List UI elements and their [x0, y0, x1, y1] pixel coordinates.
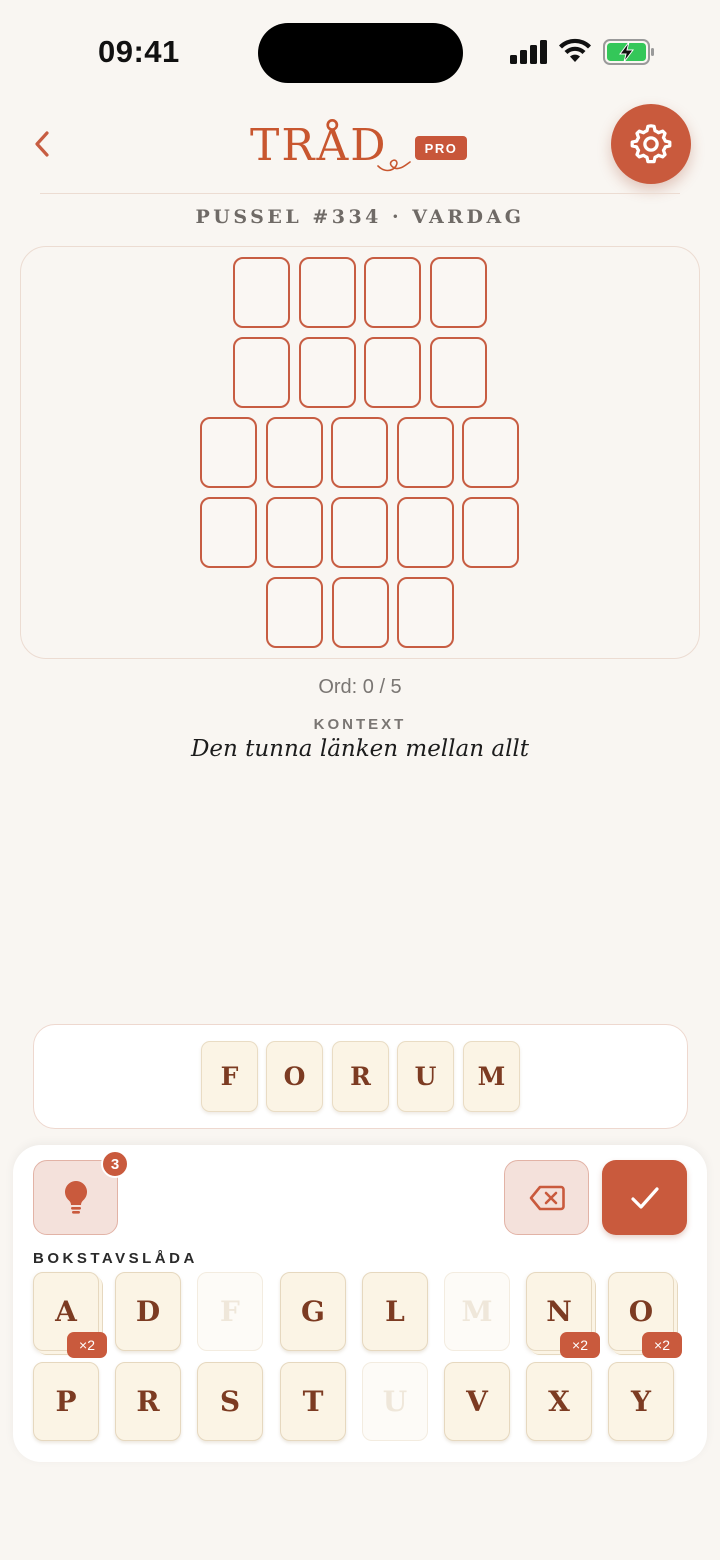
letter-key-v[interactable]: V — [444, 1362, 510, 1441]
letter-key-f: F — [197, 1272, 263, 1351]
entry-tile[interactable]: F — [201, 1041, 258, 1112]
board-cell — [364, 257, 421, 328]
board-cell — [331, 497, 388, 568]
letter-key-d[interactable]: D — [115, 1272, 181, 1351]
delete-button[interactable] — [504, 1160, 589, 1235]
letter-key-r[interactable]: R — [115, 1362, 181, 1441]
board-cell — [364, 337, 421, 408]
chevron-left-icon — [35, 131, 49, 157]
entry-tile[interactable]: R — [332, 1041, 389, 1112]
board-cell — [462, 417, 519, 488]
hint-count-badge: 3 — [101, 1150, 129, 1178]
gear-icon — [630, 124, 672, 164]
letter-key-s[interactable]: S — [197, 1362, 263, 1441]
puzzle-title: PUSSEL #334 · VARDAG — [195, 206, 525, 228]
battery-charging-icon — [603, 39, 654, 65]
letter-key-p[interactable]: P — [33, 1362, 99, 1441]
board-cell — [396, 417, 454, 488]
word-count: Ord: 0 / 5 — [318, 676, 402, 698]
board-cell — [233, 257, 290, 328]
letter-box-label: BOKSTAVSLÅDA — [33, 1250, 198, 1267]
board-cell — [396, 497, 454, 568]
board-cell — [265, 497, 323, 568]
letter-key-u: U — [362, 1362, 428, 1441]
letter-key-m: M — [444, 1272, 510, 1351]
letter-count-badge: ×2 — [560, 1332, 600, 1358]
letter-count-badge: ×2 — [67, 1332, 107, 1358]
board-cell — [265, 417, 323, 488]
settings-button[interactable] — [611, 104, 691, 184]
board-cell — [298, 337, 356, 408]
board-cell — [397, 577, 454, 648]
status-bar: 09:41 — [0, 0, 720, 100]
context-text: Den tunna länken mellan allt — [190, 736, 530, 762]
board-cell — [429, 337, 487, 408]
back-button[interactable] — [22, 124, 62, 164]
board-cell — [200, 497, 257, 568]
board-cell — [429, 257, 487, 328]
app-logo: TRÅD — [250, 118, 411, 174]
board-cell — [298, 257, 356, 328]
status-time: 09:41 — [98, 34, 180, 69]
board-cell — [233, 337, 290, 408]
pro-badge: PRO — [415, 136, 467, 160]
backspace-icon — [529, 1185, 565, 1210]
board-cell — [266, 577, 323, 648]
lightbulb-icon — [64, 1180, 87, 1214]
letter-key-x[interactable]: X — [526, 1362, 592, 1441]
board-cell — [200, 417, 257, 488]
letter-key-l[interactable]: L — [362, 1272, 428, 1351]
entry-tile[interactable]: M — [463, 1041, 520, 1112]
letter-count-badge: ×2 — [642, 1332, 682, 1358]
entry-tile[interactable]: O — [266, 1041, 323, 1112]
checkmark-icon — [630, 1186, 659, 1209]
header-divider — [40, 193, 680, 194]
logo-text: TRÅD — [250, 120, 388, 171]
board-cell — [331, 417, 388, 488]
submit-button[interactable] — [602, 1160, 687, 1235]
letter-key-t[interactable]: T — [280, 1362, 346, 1441]
dynamic-island — [258, 23, 463, 83]
entry-tile[interactable]: U — [397, 1041, 454, 1112]
logo-swirl-icon — [377, 159, 411, 172]
wifi-icon — [559, 38, 591, 62]
board-cell — [462, 497, 519, 568]
letter-key-g[interactable]: G — [280, 1272, 346, 1351]
signal-icon — [510, 40, 547, 64]
board-cell — [331, 577, 389, 648]
context-label: KONTEXT — [313, 716, 407, 733]
letter-key-y[interactable]: Y — [608, 1362, 674, 1441]
